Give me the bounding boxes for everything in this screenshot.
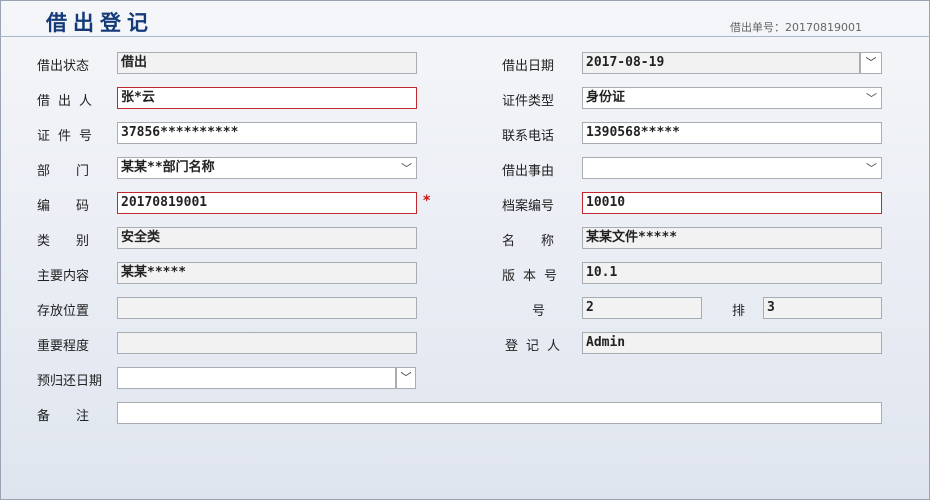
registrar-label: 登记人 — [505, 339, 569, 354]
category-label: 类别 — [37, 234, 116, 249]
reason-label: 借出事由 — [502, 164, 555, 179]
reason-select[interactable]: ﹀ — [582, 157, 882, 179]
row-label: 排 — [732, 304, 746, 319]
doc-number: 借出单号：20170819001 — [730, 21, 862, 34]
borrow-date-field: 2017-08-19 — [582, 52, 860, 74]
page-title: 借出登记 — [46, 11, 154, 35]
calendar-dropdown-icon[interactable]: ﹀ — [396, 367, 416, 389]
name-label: 名称 — [502, 234, 581, 249]
content-label: 主要内容 — [37, 269, 90, 284]
remark-label: 备注 — [37, 409, 116, 424]
department-label: 部门 — [37, 164, 116, 179]
department-select-value: 某某**部门名称 — [121, 160, 215, 175]
chevron-down-icon: ﹀ — [401, 162, 412, 175]
importance-field — [117, 332, 417, 354]
id-type-select[interactable]: 身份证 ﹀ — [582, 87, 882, 109]
code-input[interactable]: 20170819001 — [117, 192, 417, 214]
date-dropdown-icon[interactable]: ﹀ — [860, 52, 882, 74]
content-field: 某某***** — [117, 262, 417, 284]
importance-label: 重要程度 — [37, 339, 90, 354]
id-type-label: 证件类型 — [502, 94, 555, 109]
borrower-input[interactable]: 张*云 — [117, 87, 417, 109]
code-label: 编码 — [37, 199, 116, 214]
phone-input[interactable]: 1390568***** — [582, 122, 882, 144]
form-window — [0, 0, 930, 500]
department-select[interactable]: 某某**部门名称 ﹀ — [117, 157, 417, 179]
return-date-input[interactable] — [117, 367, 396, 389]
number-field: 2 — [582, 297, 702, 319]
row-field: 3 — [763, 297, 882, 319]
status-field: 借出 — [117, 52, 417, 74]
name-field: 某某文件***** — [582, 227, 882, 249]
chevron-down-icon: ﹀ — [866, 92, 877, 105]
id-type-select-value: 身份证 — [586, 90, 626, 105]
required-star: * — [423, 193, 431, 209]
borrow-date-label: 借出日期 — [502, 59, 555, 74]
archive-number-label: 档案编号 — [502, 199, 555, 214]
archive-number-input[interactable]: 10010 — [582, 192, 882, 214]
status-label: 借出状态 — [37, 59, 90, 74]
return-date-label: 预归还日期 — [37, 374, 103, 389]
chevron-down-icon: ﹀ — [866, 162, 877, 175]
version-field: 10.1 — [582, 262, 882, 284]
registrar-field: Admin — [582, 332, 882, 354]
number-label: 号 — [532, 304, 546, 319]
borrower-label: 借出人 — [37, 94, 101, 109]
id-number-input[interactable]: 37856********** — [117, 122, 417, 144]
location-field — [117, 297, 417, 319]
remark-input[interactable] — [117, 402, 882, 424]
id-number-label: 证件号 — [37, 129, 101, 144]
category-field: 安全类 — [117, 227, 417, 249]
title-divider — [0, 36, 930, 37]
location-label: 存放位置 — [37, 304, 90, 319]
phone-label: 联系电话 — [502, 129, 555, 144]
version-label: 版本号 — [502, 269, 566, 284]
